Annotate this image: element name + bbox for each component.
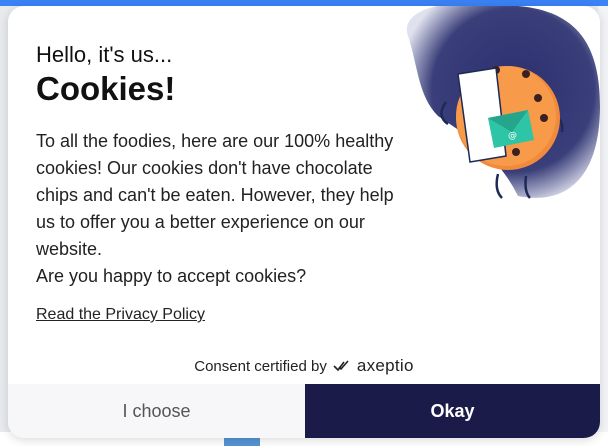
axeptio-checkmark-icon [333, 360, 349, 372]
greeting-text: Hello, it's us... [36, 42, 173, 67]
okay-button[interactable]: Okay [305, 384, 600, 438]
dialog-body-text: To all the foodies, here are our 100% he… [36, 131, 394, 259]
dialog-title: Cookies! [36, 70, 176, 107]
i-choose-button[interactable]: I choose [8, 384, 305, 438]
dialog-question: Are you happy to accept cookies? [36, 266, 307, 286]
consent-certification: Consent certified by axeptio [8, 356, 600, 376]
consent-brand-name: axeptio [356, 356, 414, 375]
privacy-policy-link[interactable]: Read the Privacy Policy [36, 306, 205, 324]
cookie-consent-dialog: @ Hello, it's us... Cookies! To all the … [8, 6, 600, 438]
consent-prefix-text: Consent certified by [194, 357, 327, 375]
svg-text:@: @ [508, 131, 517, 141]
